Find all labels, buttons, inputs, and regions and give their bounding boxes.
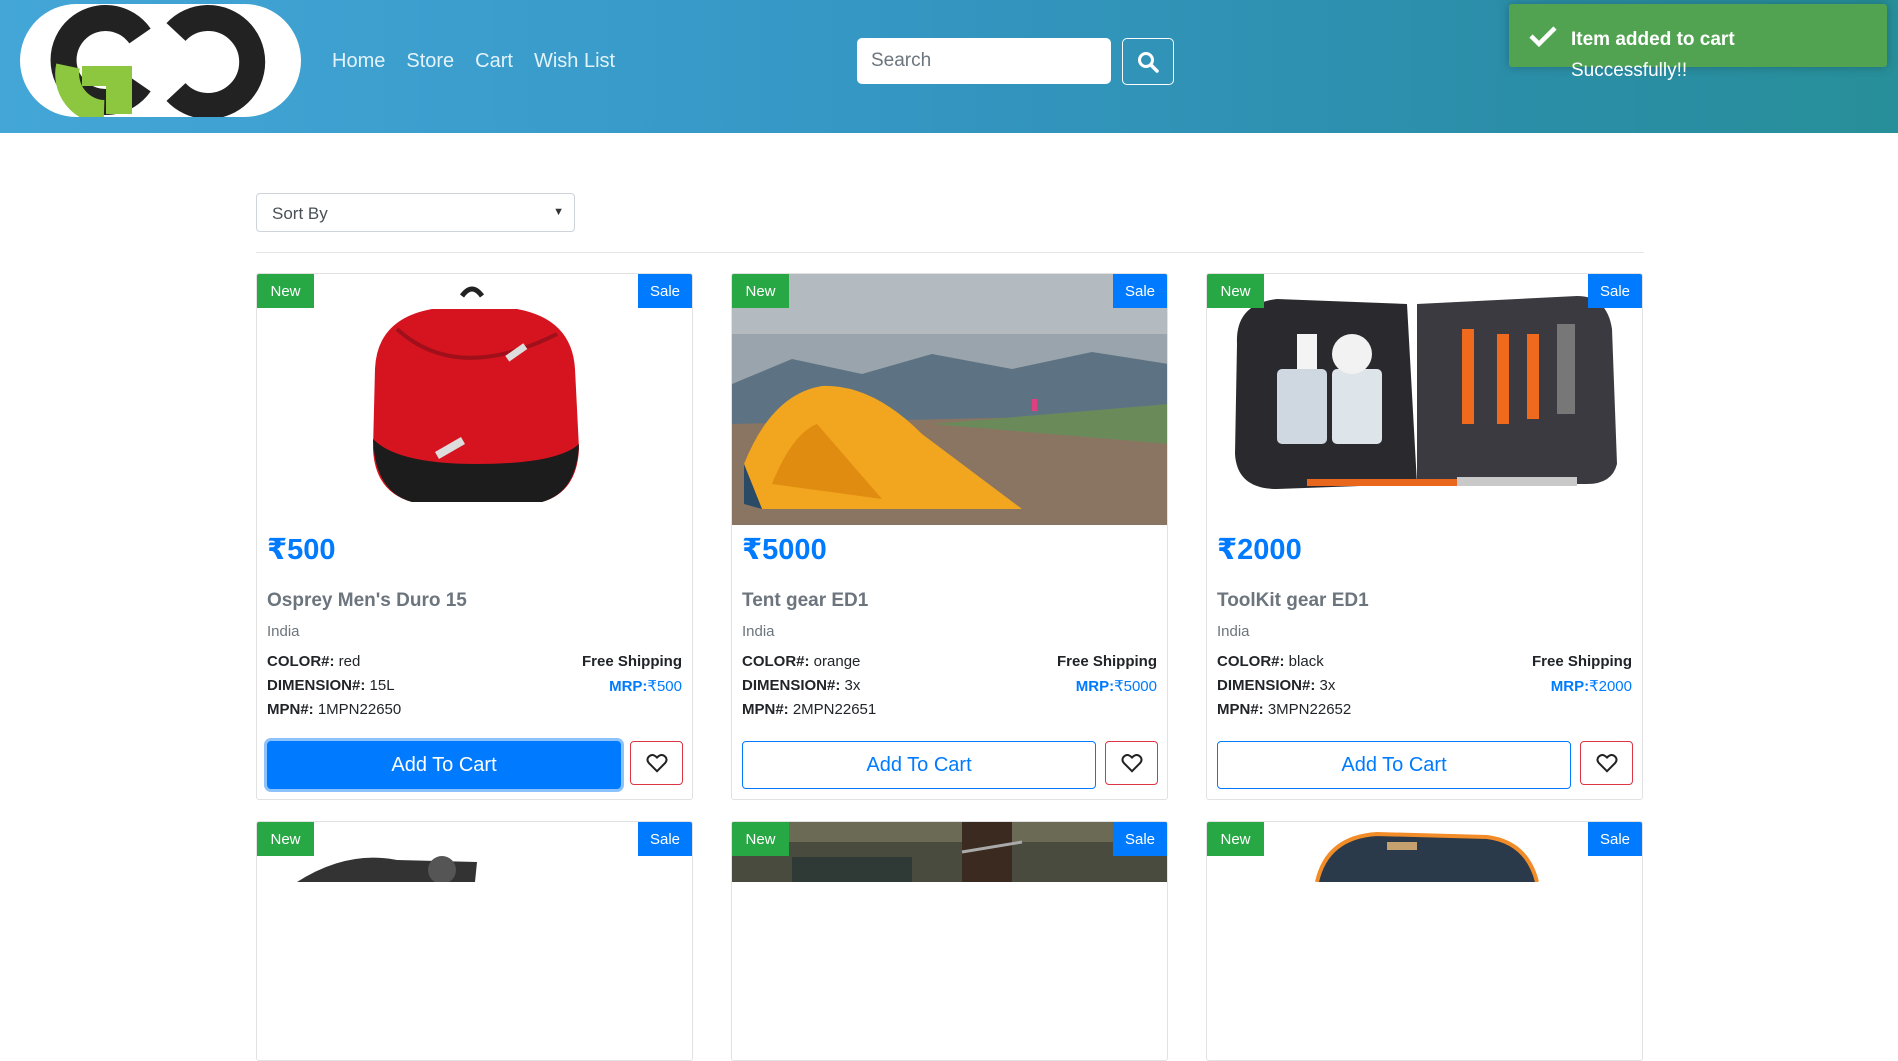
product-image-toolkit[interactable] bbox=[1207, 274, 1642, 525]
sort-select-value: Sort By bbox=[272, 204, 328, 223]
toast-title: Item added to cart bbox=[1571, 29, 1735, 50]
product-image[interactable] bbox=[1207, 822, 1642, 1060]
add-to-cart-button[interactable]: Add To Cart bbox=[1217, 741, 1571, 789]
new-badge: New bbox=[1207, 274, 1264, 308]
product-mpn: MPN#: 1MPN22650 bbox=[267, 701, 402, 718]
product-card: New Sale bbox=[731, 821, 1168, 1061]
product-mrp: MRP:₹5000 bbox=[1075, 678, 1157, 695]
product-origin: India bbox=[742, 623, 775, 640]
add-to-cart-button[interactable]: Add To Cart bbox=[267, 741, 621, 789]
sale-badge: Sale bbox=[1588, 274, 1642, 308]
product-card: New Sale bbox=[1206, 821, 1643, 1061]
cart-toast[interactable]: Item added to cart Successfully!! bbox=[1509, 4, 1887, 81]
toast-message: Successfully!! bbox=[1571, 60, 1688, 81]
add-to-cart-button[interactable]: Add To Cart bbox=[742, 741, 1096, 789]
nav-home-link[interactable]: Home bbox=[332, 50, 385, 73]
product-color: COLOR#: orange bbox=[742, 653, 861, 670]
sale-badge: Sale bbox=[638, 822, 692, 856]
product-image[interactable] bbox=[732, 822, 1167, 1060]
product-mpn: MPN#: 2MPN22651 bbox=[742, 701, 877, 718]
sale-badge: Sale bbox=[1588, 822, 1642, 856]
product-image[interactable] bbox=[257, 822, 692, 1060]
product-name[interactable]: Tent gear ED1 bbox=[742, 590, 868, 612]
new-badge: New bbox=[732, 822, 789, 856]
nav-cart-link[interactable]: Cart bbox=[475, 50, 513, 73]
sale-badge: Sale bbox=[1113, 822, 1167, 856]
main-nav: Home Store Cart Wish List bbox=[332, 50, 636, 73]
sale-badge: Sale bbox=[638, 274, 692, 308]
product-mrp: MRP:₹2000 bbox=[1550, 678, 1632, 695]
product-dimension: DIMENSION#: 3x bbox=[1217, 677, 1336, 694]
shipping-label: Free Shipping bbox=[1056, 653, 1157, 670]
product-dimension: DIMENSION#: 15L bbox=[267, 677, 395, 694]
heart-icon bbox=[645, 754, 668, 773]
product-mpn: MPN#: 3MPN22652 bbox=[1217, 701, 1352, 718]
shipping-label: Free Shipping bbox=[1531, 653, 1632, 670]
heart-icon bbox=[1120, 754, 1143, 773]
search-icon bbox=[1138, 51, 1159, 73]
sale-badge: Sale bbox=[1113, 274, 1167, 308]
product-origin: India bbox=[267, 623, 300, 640]
sort-select[interactable]: Sort By ▼ bbox=[256, 193, 575, 232]
product-dimension: DIMENSION#: 3x bbox=[742, 677, 861, 694]
wishlist-button[interactable] bbox=[630, 741, 683, 785]
checkmark-icon bbox=[1529, 26, 1557, 48]
product-price: ₹5000 bbox=[742, 534, 827, 566]
nav-wishlist-link[interactable]: Wish List bbox=[534, 50, 615, 73]
product-card: New Sale ₹500 Osprey Men's Duro 15 India… bbox=[256, 273, 693, 800]
caret-down-icon: ▼ bbox=[553, 206, 564, 218]
new-badge: New bbox=[257, 274, 314, 308]
new-badge: New bbox=[732, 274, 789, 308]
product-color: COLOR#: red bbox=[267, 653, 361, 670]
search-button[interactable] bbox=[1122, 38, 1174, 85]
product-card: New Sale ₹2000 ToolKit gear ED1 India CO… bbox=[1206, 273, 1643, 800]
search-input[interactable] bbox=[857, 38, 1111, 84]
product-name[interactable]: Osprey Men's Duro 15 bbox=[267, 590, 467, 612]
go-logo[interactable] bbox=[20, 4, 301, 117]
product-color: COLOR#: black bbox=[1217, 653, 1324, 670]
wishlist-button[interactable] bbox=[1105, 741, 1158, 785]
nav-store-link[interactable]: Store bbox=[406, 50, 454, 73]
new-badge: New bbox=[1207, 822, 1264, 856]
product-origin: India bbox=[1217, 623, 1250, 640]
shipping-label: Free Shipping bbox=[581, 653, 682, 670]
product-card: New Sale bbox=[256, 821, 693, 1061]
product-price: ₹2000 bbox=[1217, 534, 1302, 566]
new-badge: New bbox=[257, 822, 314, 856]
heart-icon bbox=[1595, 754, 1618, 773]
product-mrp: MRP:₹500 bbox=[609, 678, 682, 695]
divider bbox=[256, 252, 1644, 253]
product-name[interactable]: ToolKit gear ED1 bbox=[1217, 590, 1369, 612]
product-price: ₹500 bbox=[267, 534, 336, 566]
product-image-tent[interactable] bbox=[732, 274, 1167, 525]
product-card: New Sale ₹5000 Tent gear ED1 India COLOR… bbox=[731, 273, 1168, 800]
product-image-backpack[interactable] bbox=[257, 274, 692, 525]
wishlist-button[interactable] bbox=[1580, 741, 1633, 785]
